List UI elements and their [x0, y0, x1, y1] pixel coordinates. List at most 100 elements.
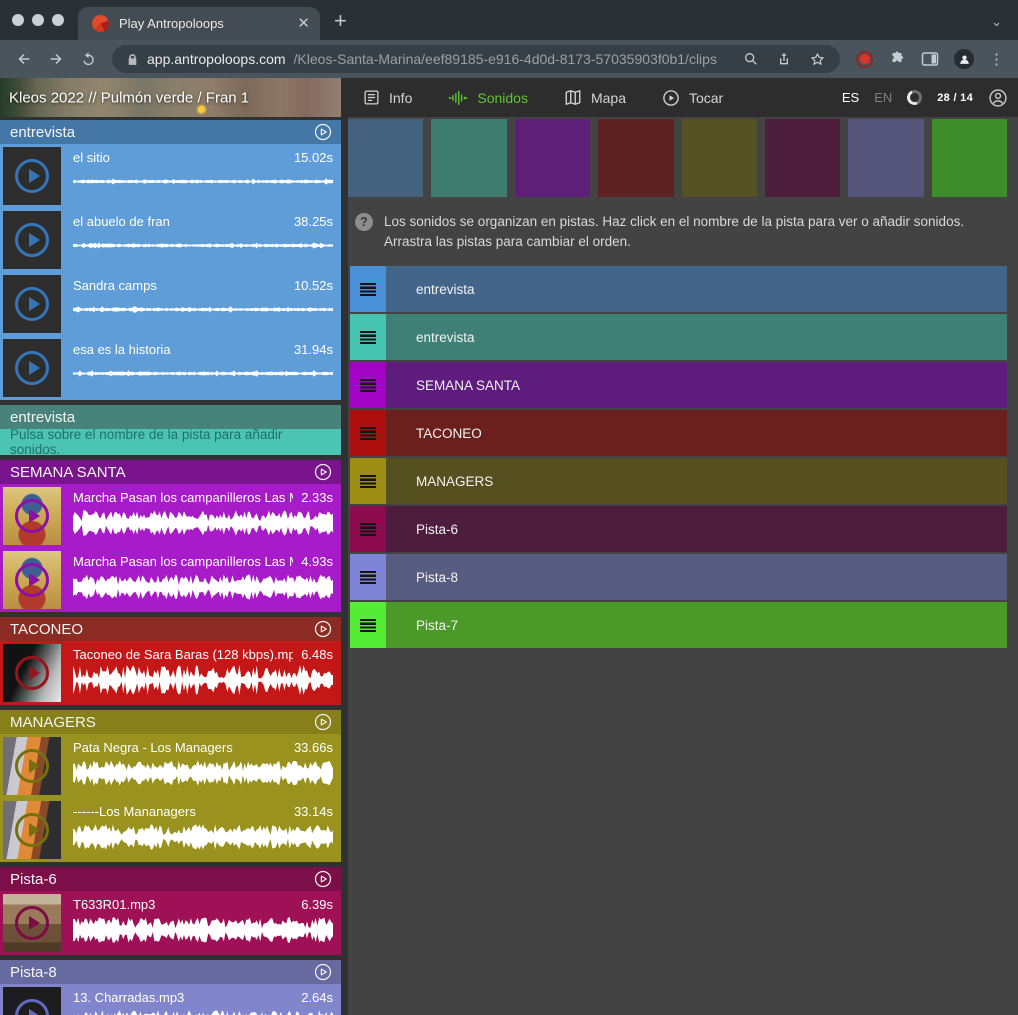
- address-bar[interactable]: app.antropoloops.com/Kleos-Santa-Marina/…: [112, 45, 840, 73]
- color-swatch[interactable]: [932, 119, 1007, 197]
- audio-clip[interactable]: Marcha Pasan los campanilleros Las Mejor…: [0, 484, 341, 548]
- play-clip-icon[interactable]: [15, 999, 49, 1015]
- color-swatch[interactable]: [515, 119, 590, 197]
- color-swatch[interactable]: [431, 119, 506, 197]
- clip-thumbnail[interactable]: [3, 801, 61, 859]
- browser-tab[interactable]: Play Antropoloops ✕: [78, 7, 320, 40]
- browser-menu-icon[interactable]: ⋮: [989, 50, 1004, 68]
- clip-thumbnail[interactable]: [3, 894, 61, 952]
- drag-handle[interactable]: [350, 506, 386, 552]
- drag-handle[interactable]: [350, 554, 386, 600]
- project-banner[interactable]: Kleos 2022 // Pulmón verde / Fran 1: [0, 78, 341, 117]
- track-row[interactable]: Pista-7: [350, 602, 1007, 648]
- clip-thumbnail[interactable]: [3, 487, 61, 545]
- sidebar-scrollbar-gutter[interactable]: [341, 117, 348, 1015]
- clip-thumbnail[interactable]: [3, 987, 61, 1015]
- play-track-icon[interactable]: [313, 462, 333, 482]
- side-panel-icon[interactable]: [921, 51, 939, 67]
- track-header[interactable]: entrevista: [0, 120, 341, 144]
- track-row-body[interactable]: entrevista: [386, 314, 1007, 360]
- color-swatch[interactable]: [765, 119, 840, 197]
- track-row[interactable]: MANAGERS: [350, 458, 1007, 504]
- nav-item-mapa[interactable]: Mapa: [564, 89, 626, 106]
- play-clip-icon[interactable]: [15, 223, 49, 257]
- color-swatch[interactable]: [848, 119, 923, 197]
- clip-thumbnail[interactable]: [3, 551, 61, 609]
- drag-handle[interactable]: [350, 362, 386, 408]
- color-swatch[interactable]: [682, 119, 757, 197]
- play-track-icon[interactable]: [313, 619, 333, 639]
- track-header[interactable]: SEMANA SANTA: [0, 460, 341, 484]
- audio-clip[interactable]: Marcha Pasan los campanilleros Las Mejor…: [0, 548, 341, 612]
- drag-handle[interactable]: [350, 314, 386, 360]
- audio-clip[interactable]: Pata Negra - Los Managers 33.66s: [0, 734, 341, 798]
- play-track-icon[interactable]: [313, 712, 333, 732]
- track-row-body[interactable]: Pista-6: [386, 506, 1007, 552]
- audio-clip[interactable]: 13. Charradas.mp3 2.64s: [0, 984, 341, 1015]
- play-clip-icon[interactable]: [15, 656, 49, 690]
- play-clip-icon[interactable]: [15, 499, 49, 533]
- lang-es-button[interactable]: ES: [842, 90, 859, 105]
- track-row-body[interactable]: SEMANA SANTA: [386, 362, 1007, 408]
- new-tab-button[interactable]: +: [334, 8, 347, 34]
- track-row-body[interactable]: MANAGERS: [386, 458, 1007, 504]
- track-row-body[interactable]: TACONEO: [386, 410, 1007, 456]
- track-row[interactable]: entrevista: [350, 266, 1007, 312]
- extensions-puzzle-icon[interactable]: [888, 50, 906, 68]
- share-icon[interactable]: [776, 51, 792, 67]
- zoom-search-icon[interactable]: [743, 51, 759, 67]
- track-row-body[interactable]: Pista-7: [386, 602, 1007, 648]
- drag-handle[interactable]: [350, 458, 386, 504]
- track-row[interactable]: entrevista: [350, 314, 1007, 360]
- track-row[interactable]: TACONEO: [350, 410, 1007, 456]
- clip-thumbnail[interactable]: [3, 275, 61, 333]
- clip-thumbnail[interactable]: [3, 147, 61, 205]
- play-clip-icon[interactable]: [15, 159, 49, 193]
- track-row[interactable]: SEMANA SANTA: [350, 362, 1007, 408]
- window-zoom-button[interactable]: [52, 14, 64, 26]
- audio-clip[interactable]: T633R01.mp3 6.39s: [0, 891, 341, 955]
- nav-item-sonidos[interactable]: Sonidos: [448, 90, 528, 106]
- track-row-body[interactable]: Pista-8: [386, 554, 1007, 600]
- lang-en-button[interactable]: EN: [874, 90, 892, 105]
- audio-clip[interactable]: ------Los Mananagers 33.14s: [0, 798, 341, 862]
- audio-clip[interactable]: Sandra camps 10.52s: [0, 272, 341, 336]
- nav-item-info[interactable]: Info: [363, 89, 412, 106]
- track-row[interactable]: Pista-8: [350, 554, 1007, 600]
- track-row[interactable]: Pista-6: [350, 506, 1007, 552]
- track-header[interactable]: MANAGERS: [0, 710, 341, 734]
- drag-handle[interactable]: [350, 410, 386, 456]
- tab-search-chevron-icon[interactable]: ⌄: [991, 14, 1002, 30]
- color-swatch[interactable]: [598, 119, 673, 197]
- clip-thumbnail[interactable]: [3, 737, 61, 795]
- account-icon[interactable]: [988, 88, 1008, 108]
- tab-close-icon[interactable]: ✕: [297, 16, 310, 31]
- drag-handle[interactable]: [350, 602, 386, 648]
- track-header[interactable]: Pista-6: [0, 867, 341, 891]
- play-clip-icon[interactable]: [15, 563, 49, 597]
- play-track-icon[interactable]: [313, 869, 333, 889]
- clip-thumbnail[interactable]: [3, 211, 61, 269]
- nav-item-tocar[interactable]: Tocar: [662, 89, 723, 107]
- color-swatch[interactable]: [348, 119, 423, 197]
- play-clip-icon[interactable]: [15, 906, 49, 940]
- play-clip-icon[interactable]: [15, 749, 49, 783]
- play-clip-icon[interactable]: [15, 287, 49, 321]
- forward-icon[interactable]: [42, 45, 70, 73]
- window-minimize-button[interactable]: [32, 14, 44, 26]
- reload-icon[interactable]: [74, 45, 102, 73]
- play-track-icon[interactable]: [313, 962, 333, 982]
- clip-thumbnail[interactable]: [3, 644, 61, 702]
- audio-clip[interactable]: el abuelo de fran 38.25s: [0, 208, 341, 272]
- profile-avatar-icon[interactable]: [954, 49, 974, 69]
- track-header[interactable]: Pista-8: [0, 960, 341, 984]
- bookmark-star-icon[interactable]: [809, 51, 826, 68]
- track-header[interactable]: TACONEO: [0, 617, 341, 641]
- audio-clip[interactable]: el sitio 15.02s: [0, 144, 341, 208]
- play-clip-icon[interactable]: [15, 351, 49, 385]
- record-extension-icon[interactable]: [856, 51, 873, 68]
- track-header[interactable]: entrevista: [0, 405, 341, 429]
- track-row-body[interactable]: entrevista: [386, 266, 1007, 312]
- play-track-icon[interactable]: [313, 122, 333, 142]
- clip-thumbnail[interactable]: [3, 339, 61, 397]
